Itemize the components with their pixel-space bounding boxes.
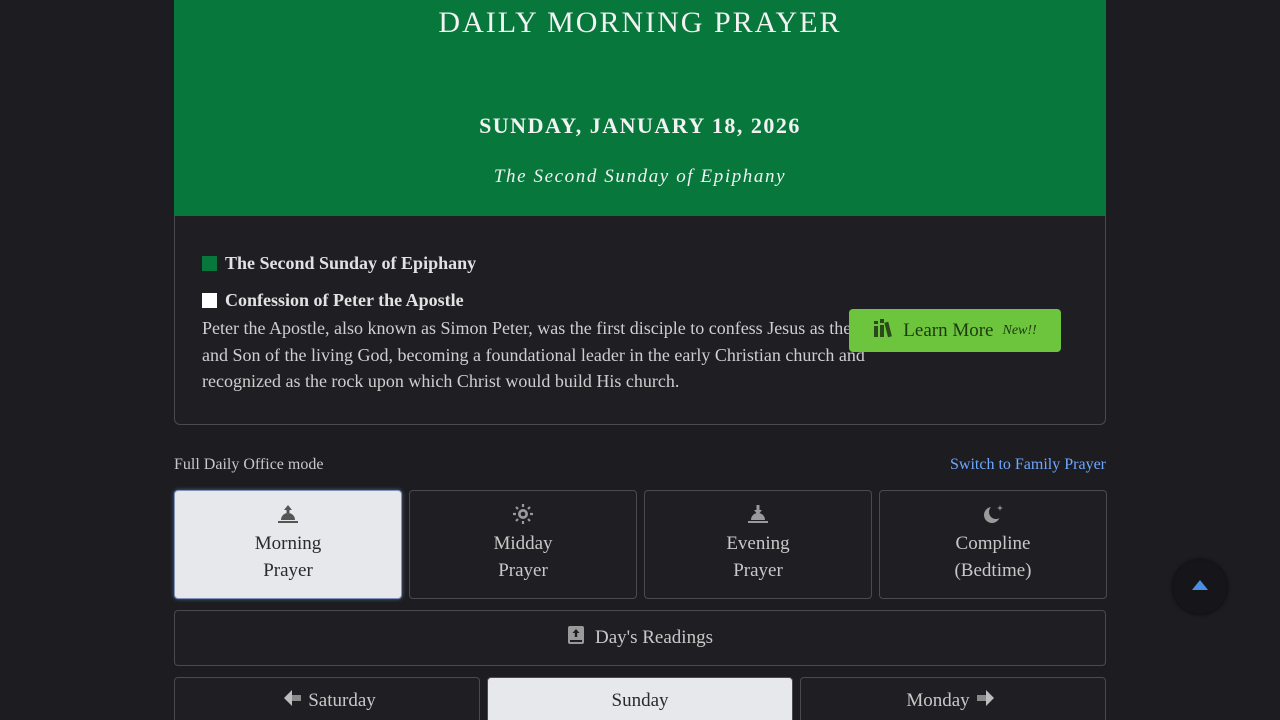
office-label-line2: Prayer xyxy=(733,560,783,581)
readings-label: Day's Readings xyxy=(595,627,713,648)
office-label-line2: Prayer xyxy=(263,560,313,581)
switch-to-family-prayer-link[interactable]: Switch to Family Prayer xyxy=(950,456,1106,474)
tab-morning-prayer[interactable]: Morning Prayer xyxy=(174,490,402,599)
scroll-to-top-button[interactable] xyxy=(1173,560,1227,614)
current-day-button[interactable]: Sunday xyxy=(487,677,793,720)
office-label-line1: Evening xyxy=(726,533,790,554)
sunrise-icon xyxy=(175,503,401,525)
date-heading: SUNDAY, JANUARY 18, 2026 xyxy=(479,113,801,138)
liturgical-color-swatch xyxy=(202,293,217,308)
office-label-line1: Morning xyxy=(254,533,322,554)
office-label-line1: Compline xyxy=(955,533,1031,554)
mode-label: Full Daily Office mode xyxy=(174,456,324,473)
sunset-icon xyxy=(645,503,871,525)
arrow-right-icon xyxy=(976,690,994,712)
arrow-left-icon xyxy=(284,690,302,712)
liturgical-day: The Second Sunday of Epiphany xyxy=(493,166,787,187)
tab-midday-prayer[interactable]: Midday Prayer xyxy=(409,490,637,599)
learn-more-button[interactable]: Learn More New!! xyxy=(849,309,1061,352)
learn-more-label: Learn More xyxy=(903,319,994,341)
tab-compline[interactable]: Compline (Bedtime) xyxy=(879,490,1107,599)
observance-description: Peter the Apostle, also known as Simon P… xyxy=(202,318,916,391)
books-icon xyxy=(873,318,895,343)
sun-icon xyxy=(410,503,636,525)
observance-title: Confession of Peter the Apostle xyxy=(225,290,464,310)
observance-title: The Second Sunday of Epiphany xyxy=(225,253,477,273)
office-header: DAILY MORNING PRAYER SUNDAY, JANUARY 18,… xyxy=(174,0,1106,216)
tab-evening-prayer[interactable]: Evening Prayer xyxy=(644,490,872,599)
liturgical-color-swatch xyxy=(202,256,217,271)
observance-primary: The Second Sunday of Epiphany xyxy=(202,253,476,274)
caret-up-icon xyxy=(1191,578,1209,596)
office-label-line2: (Bedtime) xyxy=(954,560,1032,581)
previous-day-button[interactable]: Saturday xyxy=(174,677,480,720)
observance-commemoration: Confession of Peter the Apostle xyxy=(202,290,464,311)
page-title: DAILY MORNING PRAYER xyxy=(438,6,842,39)
current-day-label: Sunday xyxy=(611,690,669,711)
moon-icon xyxy=(880,503,1106,525)
next-day-button[interactable]: Monday xyxy=(800,677,1106,720)
book-icon xyxy=(567,625,585,651)
next-day-label: Monday xyxy=(906,690,970,711)
new-badge: New!! xyxy=(1002,322,1037,338)
office-label-line2: Prayer xyxy=(498,560,548,581)
office-label-line1: Midday xyxy=(493,533,553,554)
previous-day-label: Saturday xyxy=(308,690,376,711)
observance-card: The Second Sunday of Epiphany Confession… xyxy=(174,216,1106,425)
days-readings-button[interactable]: Day's Readings xyxy=(174,610,1106,666)
